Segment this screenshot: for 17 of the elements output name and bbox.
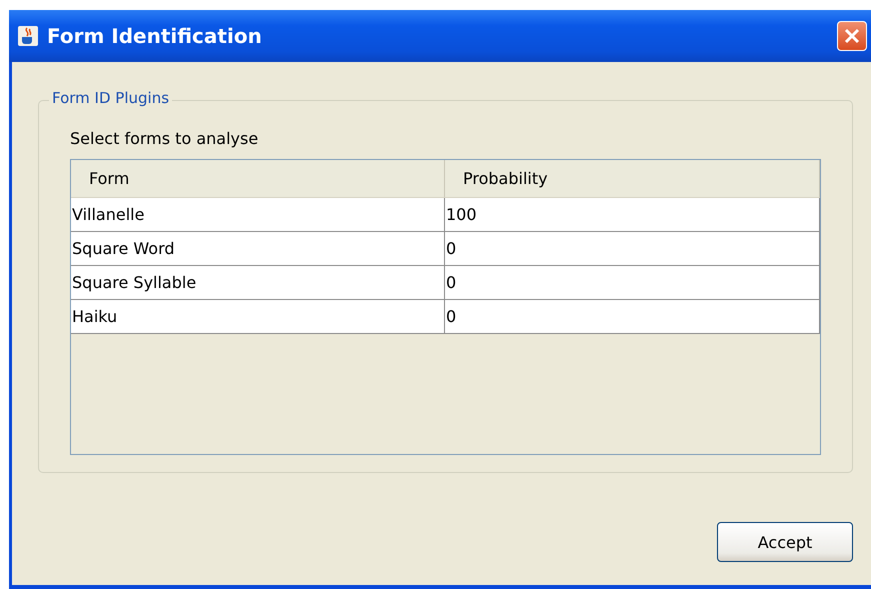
group-title: Form ID Plugins: [49, 89, 172, 107]
table-cell: 0: [445, 300, 820, 333]
table-cell: Square Word: [71, 232, 445, 265]
cup-icon: [17, 25, 39, 47]
column-header[interactable]: Form: [71, 160, 445, 197]
instruction-text: Select forms to analyse: [70, 129, 260, 148]
window-title: Form Identification: [47, 24, 263, 48]
table-cell: 0: [445, 266, 820, 299]
close-icon: [843, 27, 861, 45]
column-header[interactable]: Probability: [445, 160, 820, 197]
close-button[interactable]: [837, 21, 867, 51]
table-cell: Haiku: [71, 300, 445, 333]
table-cell: 0: [445, 232, 820, 265]
accept-button[interactable]: Accept: [717, 522, 853, 562]
table-cell: Villanelle: [71, 198, 445, 231]
table-cell: Square Syllable: [71, 266, 445, 299]
table-cell: 100: [445, 198, 820, 231]
